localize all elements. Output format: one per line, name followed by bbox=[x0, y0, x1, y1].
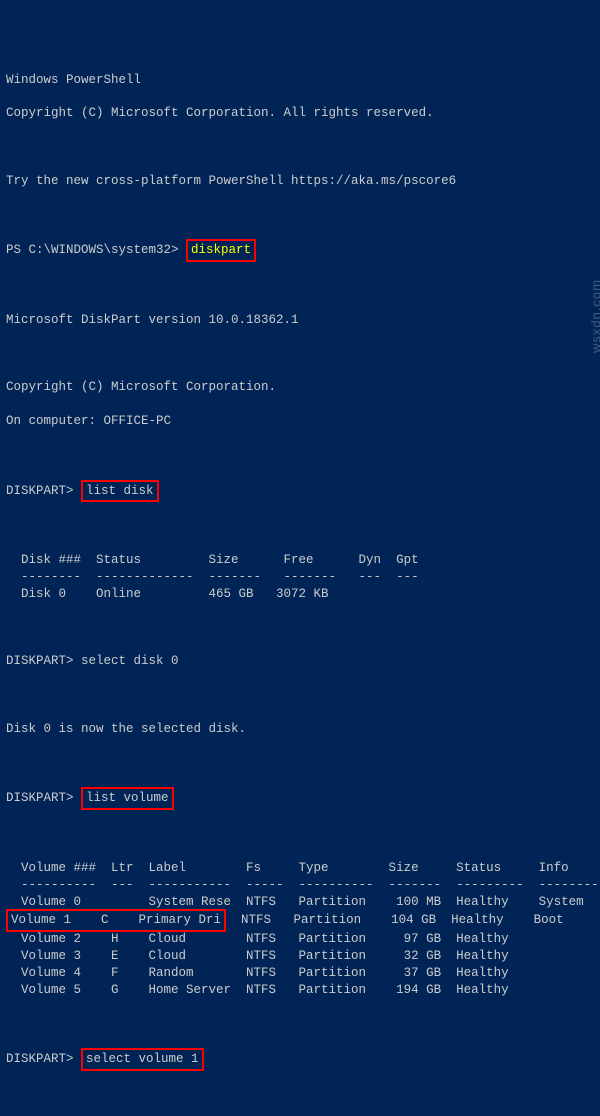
blank bbox=[6, 278, 594, 295]
dp-prompt: DISKPART> bbox=[6, 791, 74, 805]
volume-table-row: Volume 4 F Random NTFS Partition 37 GB H… bbox=[6, 965, 594, 982]
try-msg: Try the new cross-platform PowerShell ht… bbox=[6, 173, 594, 190]
disk-table-row: Disk 0 Online 465 GB 3072 KB bbox=[6, 586, 594, 603]
cmd-list-volume: list volume bbox=[81, 787, 174, 810]
disk-table-sep: -------- ------------- ------- ------- -… bbox=[6, 569, 594, 586]
blank bbox=[6, 207, 594, 224]
blank bbox=[6, 518, 594, 535]
volume-table-row: Volume 2 H Cloud NTFS Partition 97 GB He… bbox=[6, 931, 594, 948]
blank bbox=[6, 687, 594, 704]
ps-title: Windows PowerShell bbox=[6, 72, 594, 89]
prompt-line[interactable]: DISKPART> select disk 0 bbox=[6, 653, 594, 670]
dp-prompt: DISKPART> bbox=[6, 654, 74, 668]
dp-prompt: DISKPART> bbox=[6, 484, 74, 498]
blank bbox=[6, 139, 594, 156]
cmd-diskpart: diskpart bbox=[186, 239, 256, 262]
volume-table-row: Volume 5 G Home Server NTFS Partition 19… bbox=[6, 982, 594, 999]
disk-table: Disk ### Status Size Free Dyn Gpt ------… bbox=[6, 552, 594, 603]
on-computer: On computer: OFFICE-PC bbox=[6, 413, 594, 430]
ps-copyright: Copyright (C) Microsoft Corporation. All… bbox=[6, 105, 594, 122]
watermark: wsxdn.com bbox=[587, 279, 600, 353]
blank bbox=[6, 1016, 594, 1033]
dp-version: Microsoft DiskPart version 10.0.18362.1 bbox=[6, 312, 594, 329]
blank bbox=[6, 755, 594, 772]
volume-table-header: Volume ### Ltr Label Fs Type Size Status… bbox=[6, 860, 594, 877]
prompt-line[interactable]: DISKPART> list disk bbox=[6, 481, 594, 502]
volume-table: Volume ### Ltr Label Fs Type Size Status… bbox=[6, 860, 594, 999]
volume-table-row: Volume 3 E Cloud NTFS Partition 32 GB He… bbox=[6, 948, 594, 965]
ps-prompt: PS C:\WINDOWS\system32> bbox=[6, 243, 179, 257]
prompt-line[interactable]: DISKPART> list volume bbox=[6, 788, 594, 809]
disk-selected-msg: Disk 0 is now the selected disk. bbox=[6, 721, 594, 738]
cmd-list-disk: list disk bbox=[81, 480, 159, 503]
blank bbox=[6, 1087, 594, 1104]
dp-prompt: DISKPART> bbox=[6, 1052, 74, 1066]
blank bbox=[6, 826, 594, 843]
dp-copyright: Copyright (C) Microsoft Corporation. bbox=[6, 379, 594, 396]
blank bbox=[6, 620, 594, 637]
prompt-line[interactable]: PS C:\WINDOWS\system32> diskpart bbox=[6, 240, 594, 261]
cmd-select-disk-0: select disk 0 bbox=[81, 654, 179, 668]
volume-table-sep: ---------- --- ----------- ----- -------… bbox=[6, 877, 594, 894]
volume-1-highlight: Volume 1 C Primary Dri bbox=[6, 909, 226, 932]
prompt-line[interactable]: DISKPART> select volume 1 bbox=[6, 1049, 594, 1070]
disk-table-header: Disk ### Status Size Free Dyn Gpt bbox=[6, 552, 594, 569]
blank bbox=[6, 346, 594, 363]
blank bbox=[6, 447, 594, 464]
volume-table-row: Volume 1 C Primary Dri NTFS Partition 10… bbox=[6, 910, 594, 931]
cmd-select-volume-1: select volume 1 bbox=[81, 1048, 204, 1071]
volume-table-row: Volume 0 System Rese NTFS Partition 100 … bbox=[6, 894, 594, 911]
